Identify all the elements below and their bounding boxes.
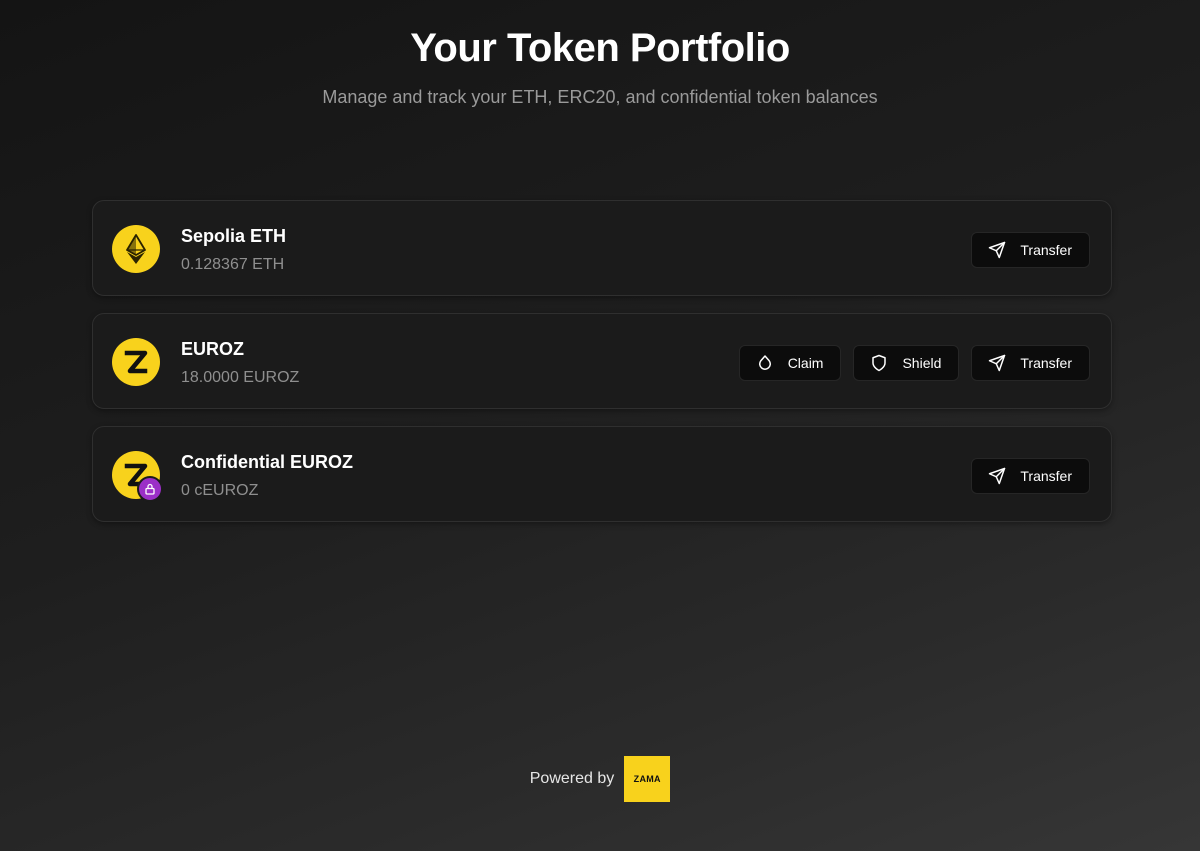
claim-button[interactable]: Claim (738, 345, 842, 381)
claim-button-label: Claim (787, 355, 824, 371)
transfer-button-label: Transfer (1020, 468, 1072, 484)
token-actions: Claim Shield Transfer (738, 345, 1090, 381)
token-card-confidential-euroz: Confidential EUROZ 0 cEUROZ Transfer (92, 426, 1112, 522)
token-balance: 0.128367 ETH (181, 256, 285, 273)
token-list: Sepolia ETH 0.128367 ETH Transfer EUROZ … (92, 200, 1112, 539)
token-balance: 18.0000 EUROZ (181, 369, 300, 386)
transfer-button-label: Transfer (1020, 242, 1072, 258)
token-card-sepolia-eth: Sepolia ETH 0.128367 ETH Transfer (92, 200, 1112, 296)
droplet-icon (758, 355, 771, 370)
transfer-button[interactable]: Transfer (971, 345, 1090, 381)
token-name: Sepolia ETH (181, 226, 287, 246)
transfer-button[interactable]: Transfer (971, 232, 1090, 268)
token-name: EUROZ (181, 339, 244, 359)
send-icon (989, 467, 1006, 485)
lock-icon (137, 476, 163, 502)
token-name: Confidential EUROZ (181, 452, 353, 472)
shield-button[interactable]: Shield (853, 345, 960, 381)
zama-logo[interactable]: ZAMA (624, 756, 671, 802)
zama-logo-text: ZAMA (633, 774, 661, 784)
page-subtitle: Manage and track your ETH, ERC20, and co… (322, 87, 878, 107)
ethereum-icon (112, 225, 160, 273)
send-icon (989, 241, 1006, 259)
send-icon (989, 354, 1006, 372)
zama-z-icon (112, 338, 160, 386)
footer: Powered by ZAMA (0, 756, 1200, 802)
page-title: Your Token Portfolio (410, 26, 790, 70)
shield-button-label: Shield (902, 355, 942, 371)
zama-z-icon (112, 451, 163, 502)
shield-icon (872, 354, 887, 372)
token-balance: 0 cEUROZ (181, 482, 259, 499)
transfer-button[interactable]: Transfer (971, 458, 1090, 494)
token-actions: Transfer (971, 232, 1090, 268)
token-card-euroz: EUROZ 18.0000 EUROZ Claim Shield Transfe… (92, 313, 1112, 409)
transfer-button-label: Transfer (1020, 355, 1072, 371)
powered-by-text: Powered by (529, 770, 615, 787)
token-actions: Transfer (971, 458, 1090, 494)
